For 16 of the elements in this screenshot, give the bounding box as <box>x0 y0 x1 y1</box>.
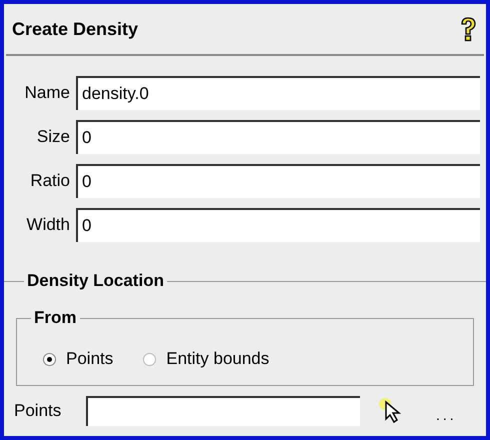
field-label: Name <box>24 82 71 104</box>
text-field[interactable]: density.0 <box>76 76 480 110</box>
field-label: Points <box>14 400 62 422</box>
field-label: Width <box>26 214 71 236</box>
points-field[interactable] <box>86 396 360 426</box>
radio-label: Entity bounds <box>166 348 270 370</box>
text-field[interactable]: 0 <box>76 120 480 154</box>
browse-button[interactable]: ... <box>436 400 457 422</box>
panel-title: Create Density <box>12 18 138 41</box>
text-field[interactable]: 0 <box>76 164 480 198</box>
field-label: Ratio <box>29 170 71 192</box>
radio-label: Points <box>66 348 114 370</box>
radio-button[interactable] <box>43 352 56 366</box>
field-label: Size <box>36 126 71 148</box>
radio-button[interactable] <box>143 352 156 366</box>
text-field[interactable]: 0 <box>76 208 480 242</box>
